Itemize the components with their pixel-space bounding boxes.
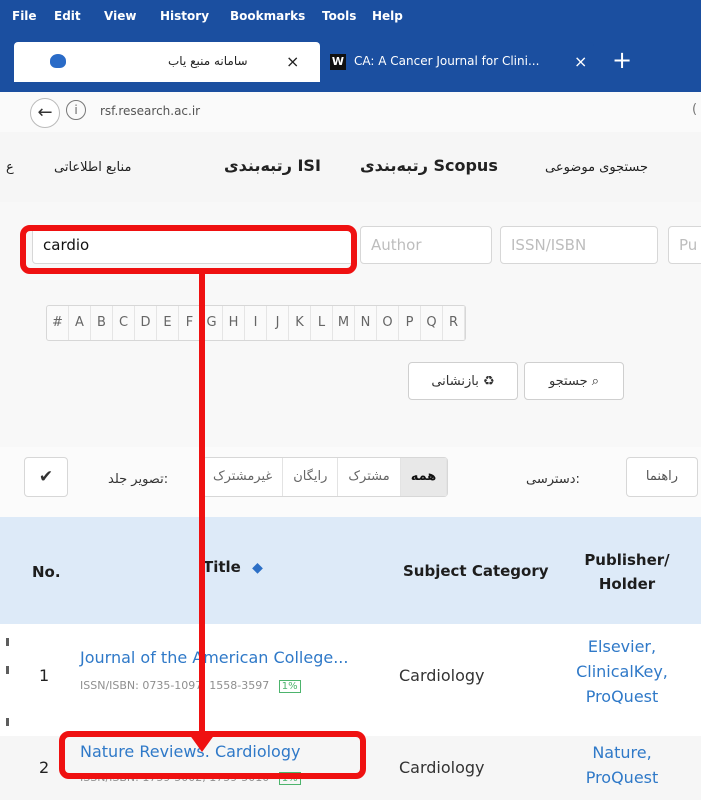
alpha-key[interactable]: O [377, 306, 399, 340]
access-nonsubscribed[interactable]: غیرمشترک [203, 458, 284, 496]
publisher-link[interactable]: ProQuest [574, 684, 670, 709]
filter-toolbar: ✔ تصویر جلد: غیرمشترک رایگان مشترک همه دستر… [0, 447, 701, 517]
tab-active[interactable]: سامانه منبع یاب × [14, 42, 320, 82]
menu-file[interactable]: File [12, 9, 37, 23]
publisher-header-label: Publisher/ Holder [584, 551, 670, 593]
publisher-cell: Nature, ProQuest [574, 740, 670, 790]
col-publisher: Publisher/ Holder [578, 548, 676, 596]
access-subscribed[interactable]: مشترک [338, 458, 401, 496]
col-subject: Subject Category [403, 562, 549, 580]
publisher-link[interactable]: Nature, [574, 740, 670, 765]
url-text[interactable]: rsf.research.ac.ir [100, 104, 200, 118]
menu-view[interactable]: View [104, 9, 136, 23]
wiley-favicon-icon: W [330, 54, 346, 70]
author-field[interactable]: Author [360, 226, 492, 264]
col-title[interactable]: Title ◆ [203, 558, 263, 576]
menu-help[interactable]: Help [372, 9, 403, 23]
col-no: No. [32, 563, 61, 581]
cover-toggle-button[interactable]: ✔ [24, 457, 68, 497]
nav-isi-ranking[interactable]: رتبه‌بندی ISI [224, 156, 321, 175]
menu-edit[interactable]: Edit [54, 9, 81, 23]
alpha-key[interactable]: A [69, 306, 91, 340]
alpha-key[interactable]: F [179, 306, 201, 340]
publisher-cell: Elsevier, ClinicalKey, ProQuest [574, 634, 670, 709]
alpha-key[interactable]: Q [421, 306, 443, 340]
publisher-link[interactable]: ClinicalKey, [574, 659, 670, 684]
tab-inactive[interactable]: W CA: A Cancer Journal for Clini... × [320, 42, 594, 82]
table-header: No. Title ◆ Subject Category Publisher/ … [0, 517, 701, 624]
annotation-arrow-line [199, 270, 205, 740]
info-icon[interactable]: i [66, 100, 86, 120]
site-navigation: منابع اطلاعاتی رتبه‌بندی ISI رتبه‌بندی S… [0, 132, 701, 203]
row-number: 1 [39, 666, 50, 685]
alpha-key[interactable]: M [333, 306, 355, 340]
alpha-key[interactable]: # [47, 306, 69, 340]
alphabet-filter: # A B C D E F G H I J K L M N O P Q R [46, 305, 466, 341]
alpha-key[interactable]: C [113, 306, 135, 340]
tab-title-inactive: CA: A Cancer Journal for Clini... [354, 54, 540, 68]
table-row: 1 Journal of the American College... ISS… [0, 624, 701, 737]
publisher-field[interactable]: Pu [668, 226, 701, 264]
tab-title-active: سامانه منبع یاب [168, 54, 248, 68]
issn-field[interactable]: ISSN/ISBN [500, 226, 658, 264]
access-free[interactable]: رایگان [283, 458, 339, 496]
row-number: 2 [39, 758, 50, 777]
nav-subject-search[interactable]: جستجوی موضوعی [545, 160, 648, 175]
reset-label: بازنشانی [431, 374, 479, 389]
tab-strip: سامانه منبع یاب × W CA: A Cancer Journal… [0, 34, 701, 92]
access-label: دسترسی: [526, 472, 580, 487]
publisher-link[interactable]: ProQuest [574, 765, 670, 790]
cover-label: تصویر جلد: [108, 472, 169, 487]
menu-tools[interactable]: Tools [322, 9, 356, 23]
guide-button[interactable]: راهنما [626, 457, 698, 497]
access-filter-group: غیرمشترک رایگان مشترک همه [202, 457, 449, 497]
alpha-key[interactable]: B [91, 306, 113, 340]
alpha-key[interactable]: P [399, 306, 421, 340]
menu-history[interactable]: History [160, 9, 209, 23]
publisher-link[interactable]: Elsevier, [574, 634, 670, 659]
alpha-key[interactable]: H [223, 306, 245, 340]
rank-badge: 1% [278, 680, 301, 693]
nav-info-sources[interactable]: منابع اطلاعاتی [54, 160, 131, 175]
alpha-key[interactable]: I [245, 306, 267, 340]
close-icon[interactable]: × [286, 52, 299, 71]
url-bar: ← i rsf.research.ac.ir ( [0, 92, 701, 133]
alpha-key[interactable]: L [311, 306, 333, 340]
subject-cell: Cardiology [399, 666, 485, 685]
annotation-result-box [59, 731, 366, 779]
row-marker [6, 638, 9, 646]
reset-button[interactable]: بازنشانی ♻ [408, 362, 518, 400]
subject-cell: Cardiology [399, 758, 485, 777]
back-button[interactable]: ← [30, 98, 60, 128]
new-tab-button[interactable]: + [612, 46, 632, 74]
site-favicon-icon [50, 54, 66, 68]
issn-label: ISSN/ISBN: 0735-1097, 1558-3597 [80, 679, 270, 692]
annotation-search-box [20, 225, 357, 274]
alpha-key[interactable]: J [267, 306, 289, 340]
search-icon: ⌕ [591, 374, 600, 389]
nav-edge-mark: ع [6, 160, 14, 175]
recycle-icon: ♻ [482, 374, 495, 389]
nav-scopus-ranking[interactable]: رتبه‌بندی Scopus [360, 156, 498, 175]
close-icon[interactable]: × [574, 52, 587, 71]
row-marker [6, 718, 9, 726]
browser-menubar: File Edit View History Bookmarks Tools H… [0, 0, 701, 34]
sort-icon[interactable]: ◆ [252, 560, 263, 576]
alpha-key[interactable]: R [443, 306, 465, 340]
menu-bookmarks[interactable]: Bookmarks [230, 9, 305, 23]
title-header-label: Title [203, 558, 241, 576]
alpha-key[interactable]: E [157, 306, 179, 340]
alpha-key[interactable]: D [135, 306, 157, 340]
url-right-edge: ( [692, 102, 698, 117]
alpha-key[interactable]: K [289, 306, 311, 340]
row-marker [6, 666, 9, 674]
issn-text: ISSN/ISBN: 0735-1097, 1558-3597 1% [80, 679, 301, 693]
journal-title-link[interactable]: Journal of the American College... [80, 648, 348, 667]
search-button[interactable]: جستجو ⌕ [524, 362, 624, 400]
alpha-key[interactable]: N [355, 306, 377, 340]
search-label: جستجو [548, 374, 588, 389]
access-all[interactable]: همه [400, 458, 448, 496]
